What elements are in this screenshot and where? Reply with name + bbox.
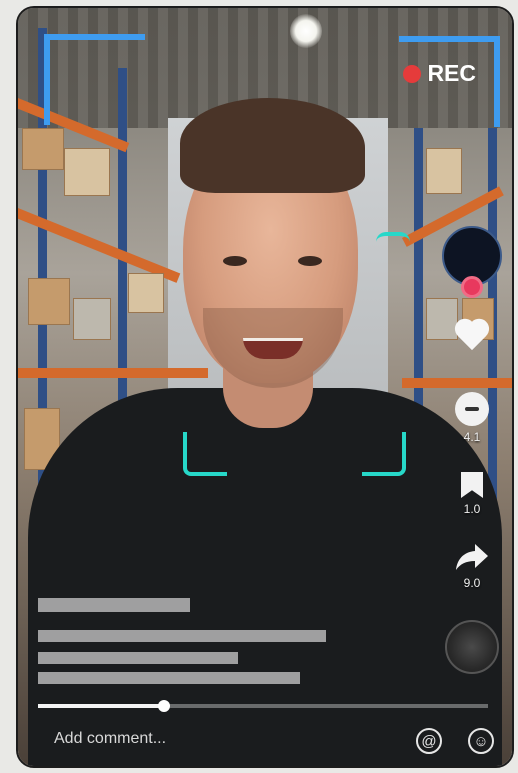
- comment-count: 4.1: [463, 430, 481, 444]
- face-bracket-left: [183, 432, 227, 476]
- recording-indicator: REC: [403, 60, 476, 87]
- share-icon[interactable]: [455, 542, 489, 572]
- save-count: 1.0: [463, 502, 481, 516]
- action-rail: 4.1 1.0 9.0: [442, 226, 502, 674]
- comment-input[interactable]: Add comment...: [54, 730, 166, 748]
- heart-icon[interactable]: [454, 320, 490, 352]
- emoji-icon[interactable]: ☺: [468, 728, 494, 754]
- frame-corner-top-left: [44, 34, 145, 125]
- share-count: 9.0: [463, 576, 481, 590]
- phone-frame: REC 4.1 1.0 9.0 Add comment... @ ☺: [16, 6, 514, 768]
- follow-plus-icon[interactable]: [461, 276, 483, 298]
- caption-line-placeholder: [38, 672, 300, 684]
- tracking-marker: [376, 232, 410, 260]
- caption-username-placeholder: [38, 598, 190, 612]
- music-disc-icon[interactable]: [445, 620, 499, 674]
- caption-line-placeholder: [38, 652, 238, 664]
- video-progress-bar[interactable]: [38, 700, 488, 712]
- presenter-hair: [180, 98, 365, 193]
- bookmark-icon[interactable]: [461, 472, 483, 498]
- at-mention-icon[interactable]: @: [416, 728, 442, 754]
- presenter: [18, 88, 512, 766]
- caption-line-placeholder: [38, 630, 326, 642]
- face-bracket-right: [362, 432, 406, 476]
- recording-label: REC: [427, 60, 476, 86]
- ceiling-light: [290, 14, 322, 48]
- progress-knob[interactable]: [158, 700, 170, 712]
- creator-avatar[interactable]: [442, 226, 502, 298]
- comment-icon[interactable]: [455, 392, 489, 426]
- presenter-shirt: [28, 388, 502, 766]
- record-dot-icon: [403, 64, 422, 83]
- progress-fill: [38, 704, 164, 708]
